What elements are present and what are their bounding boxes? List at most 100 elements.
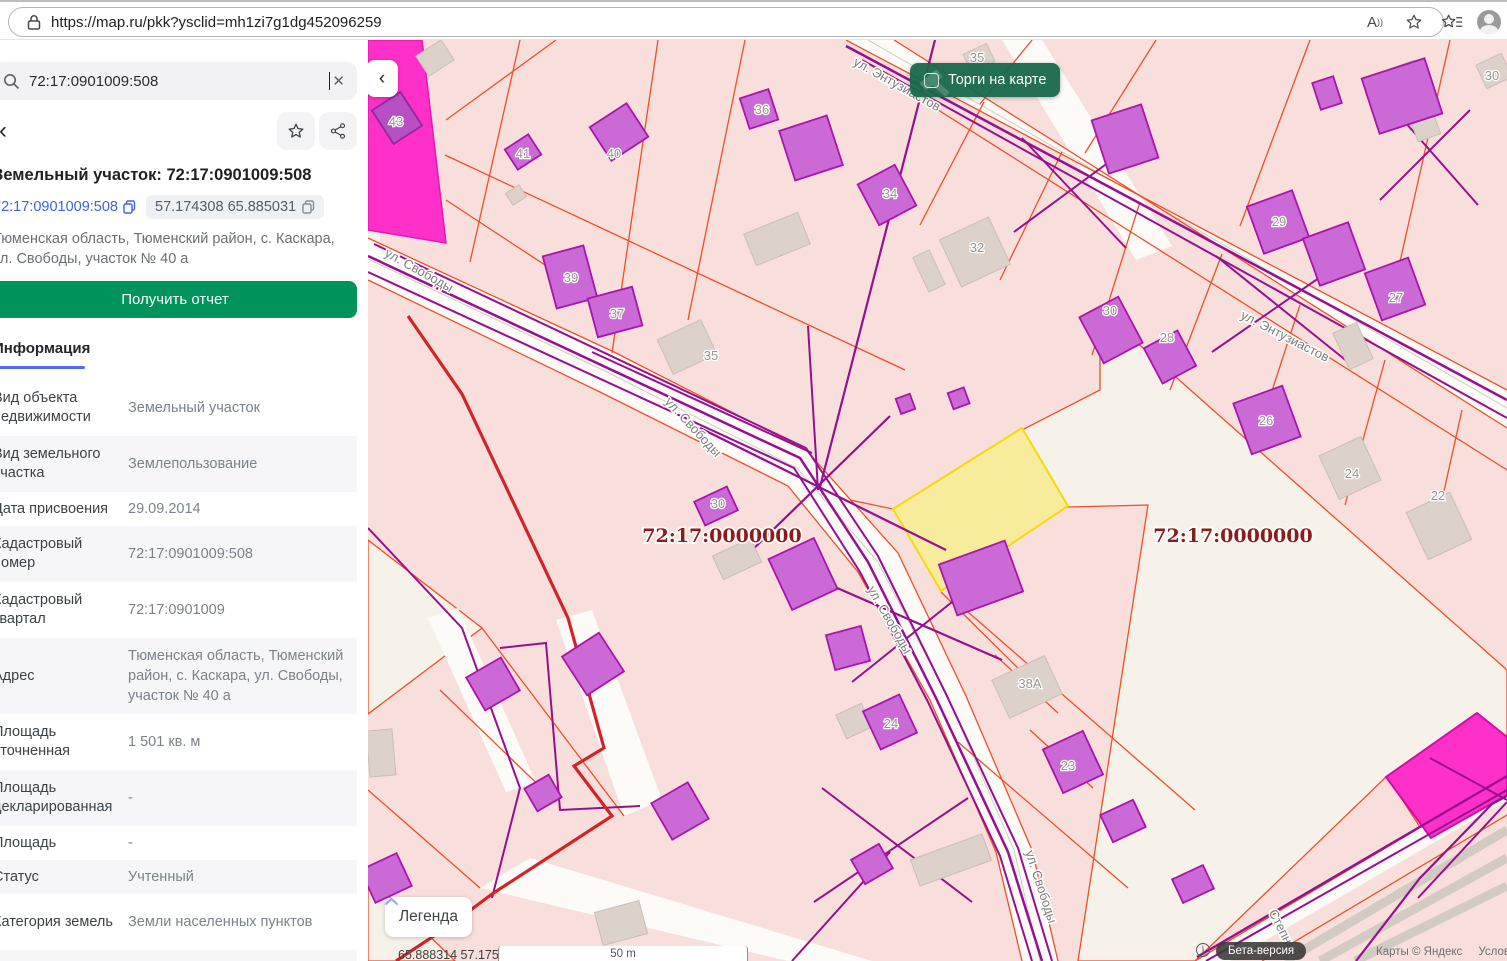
map-quarter-label: 72:17:0000000 bbox=[642, 525, 801, 547]
info-row-value: 72:17:0901009:508 bbox=[128, 544, 352, 564]
copy-icon[interactable] bbox=[302, 200, 315, 214]
share-button[interactable] bbox=[319, 112, 357, 150]
info-row-label: Кадастровый квартал bbox=[0, 591, 121, 629]
map-parcel-number: 40 bbox=[607, 146, 621, 161]
map-parcel-number: 30 bbox=[711, 496, 725, 511]
info-row: Адрес Тюменская область, Тюменский район,… bbox=[0, 638, 357, 714]
map-parcel-number: 32 bbox=[970, 240, 984, 255]
search-box[interactable]: ✕ bbox=[0, 62, 357, 100]
search-icon bbox=[3, 73, 20, 90]
map-parcel-number: 43 bbox=[389, 114, 403, 129]
info-row-label: Категория земель bbox=[0, 913, 121, 932]
map-attribution: Карты © Яндекс Условия испол bbox=[1376, 946, 1507, 958]
lock-icon bbox=[27, 14, 41, 30]
info-row-label: Площадь bbox=[0, 834, 121, 853]
profile-avatar[interactable] bbox=[1477, 10, 1501, 34]
legend-button[interactable]: Легенда bbox=[385, 897, 472, 937]
info-row: Площадь- bbox=[0, 826, 357, 860]
info-row: Вид земельного участка Землепользование bbox=[0, 436, 357, 492]
map-parcel-number: 38А bbox=[1018, 676, 1041, 691]
map-scale-bar: 50 m bbox=[498, 946, 748, 961]
url-text[interactable]: https://map.ru/pkk?ysclid=mh1zi7g1dg4520… bbox=[51, 14, 382, 31]
read-aloud-icon[interactable]: A)) bbox=[1367, 14, 1383, 31]
collapse-chevron-icon: ‹ bbox=[379, 68, 385, 90]
map-parcel-number: 23 bbox=[1061, 758, 1075, 773]
tab-information[interactable]: Информация bbox=[0, 340, 90, 366]
info-row-value: - bbox=[128, 788, 352, 808]
map-parcel-number: 30 bbox=[1103, 303, 1117, 318]
torgi-map-button[interactable]: Торги на карте bbox=[910, 63, 1060, 97]
info-row-value: 29.09.2014 bbox=[128, 499, 352, 519]
info-row-label: Площадь декларированная bbox=[0, 779, 121, 817]
panel-collapse-button[interactable]: ‹ bbox=[368, 60, 398, 97]
info-row: Кадастровый квартал 72:17:0901009 bbox=[0, 582, 357, 638]
info-row: Площадь декларированная- bbox=[0, 770, 357, 826]
page: 3530364140433429322739373028352624223038… bbox=[0, 0, 1507, 961]
attribution-terms[interactable]: Условия испол bbox=[1478, 946, 1507, 958]
info-row-value: 1 501 кв. м bbox=[128, 732, 352, 752]
map-parcel-number: 34 bbox=[883, 186, 897, 201]
copy-icon[interactable] bbox=[123, 200, 136, 214]
legend-label: Легенда bbox=[399, 908, 458, 926]
favorites-star-icon[interactable] bbox=[1405, 13, 1423, 31]
chevron-up-icon bbox=[385, 897, 398, 906]
collections-icon[interactable] bbox=[1441, 13, 1463, 31]
torgi-label: Торги на карте bbox=[948, 72, 1046, 88]
info-row-value: - bbox=[128, 833, 352, 853]
map-parcel-number: 24 bbox=[884, 716, 898, 731]
info-row-label: Вид земельного участка bbox=[0, 445, 121, 483]
info-row-label: Статус bbox=[0, 868, 121, 887]
star-icon bbox=[287, 122, 305, 140]
browser-chrome: https://map.ru/pkk?ysclid=mh1zi7g1dg4520… bbox=[0, 0, 1507, 40]
parcel-title: Земельный участок: 72:17:0901009:508 bbox=[0, 166, 357, 185]
map-parcel-number: 22 bbox=[1431, 488, 1445, 503]
map-parcel-number: 29 bbox=[1272, 214, 1286, 229]
info-row-label: Адрес bbox=[0, 667, 121, 686]
attribution-yandex[interactable]: Карты © Яндекс bbox=[1376, 946, 1462, 958]
info-row-value: Земли населенных пунктов bbox=[128, 912, 352, 932]
info-row: Кадастровый номер 72:17:0901009:508 bbox=[0, 526, 357, 582]
map-canvas[interactable]: 3530364140433429322739373028352624223038… bbox=[368, 40, 1507, 961]
info-row: Площадь уточненная 1 501 кв. м bbox=[0, 714, 357, 770]
back-button[interactable]: ‹ bbox=[0, 119, 13, 143]
info-row: Дата присвоения 29.09.2014 bbox=[0, 492, 357, 526]
parcel-address: Тюменская область, Тюменский район, с. К… bbox=[0, 229, 345, 269]
info-row-value: Учтенный bbox=[128, 867, 352, 887]
map-parcel-number: 24 bbox=[1345, 466, 1359, 481]
info-rows: Вид объекта недвижимости Земельный участо… bbox=[0, 380, 357, 961]
tab-underline bbox=[0, 366, 85, 369]
map-quarter-label: 72:17:0000000 bbox=[1153, 525, 1312, 547]
info-row-value: Земельный участок bbox=[128, 398, 352, 418]
info-row-label: Вид объекта недвижимости bbox=[0, 389, 121, 427]
get-report-button[interactable]: Получить отчет bbox=[0, 281, 357, 318]
map-parcel-number: 30 bbox=[1485, 68, 1499, 83]
map-parcel-number: 39 bbox=[564, 270, 578, 285]
map-parcel-number: 36 bbox=[755, 102, 769, 117]
info-row: для строительства bbox=[0, 950, 357, 961]
beta-badge: Бета-версия bbox=[1216, 942, 1306, 960]
address-bar[interactable]: https://map.ru/pkk?ysclid=mh1zi7g1dg4520… bbox=[8, 7, 1444, 37]
info-row: Категория земель Земли населенных пунктов bbox=[0, 894, 357, 950]
map-parcel-number: 41 bbox=[516, 146, 530, 161]
cadastral-number-link[interactable]: 72:17:0901009:508 bbox=[0, 199, 136, 215]
cadastral-map[interactable]: 3530364140433429322739373028352624223038… bbox=[368, 40, 1507, 961]
map-parcel-number: 26 bbox=[1259, 413, 1273, 428]
map-parcel-number: 37 bbox=[610, 306, 624, 321]
clear-search-icon[interactable]: ✕ bbox=[330, 72, 347, 90]
info-row-value: 72:17:0901009 bbox=[128, 600, 352, 620]
favorite-button[interactable] bbox=[277, 112, 315, 150]
map-parcel-number: 35 bbox=[704, 348, 718, 363]
info-row-value: Тюменская область, Тюменский район, с. К… bbox=[128, 646, 352, 706]
info-row: Статус Учтенный bbox=[0, 860, 357, 894]
info-row-value: Землепользование bbox=[128, 454, 352, 474]
info-row-label: Площадь уточненная bbox=[0, 723, 121, 761]
info-row-label: Дата присвоения bbox=[0, 500, 121, 519]
info-icon[interactable]: i bbox=[1196, 943, 1210, 957]
coordinates-chip[interactable]: 57.174308 65.885031 bbox=[146, 195, 324, 219]
scale-label: 50 m bbox=[610, 948, 636, 961]
info-row: Вид объекта недвижимости Земельный участо… bbox=[0, 380, 357, 436]
share-icon bbox=[329, 122, 347, 140]
parcel-info-panel: ✕ ‹ bbox=[0, 40, 368, 961]
info-row-label: Кадастровый номер bbox=[0, 535, 121, 573]
search-input[interactable] bbox=[29, 73, 331, 90]
